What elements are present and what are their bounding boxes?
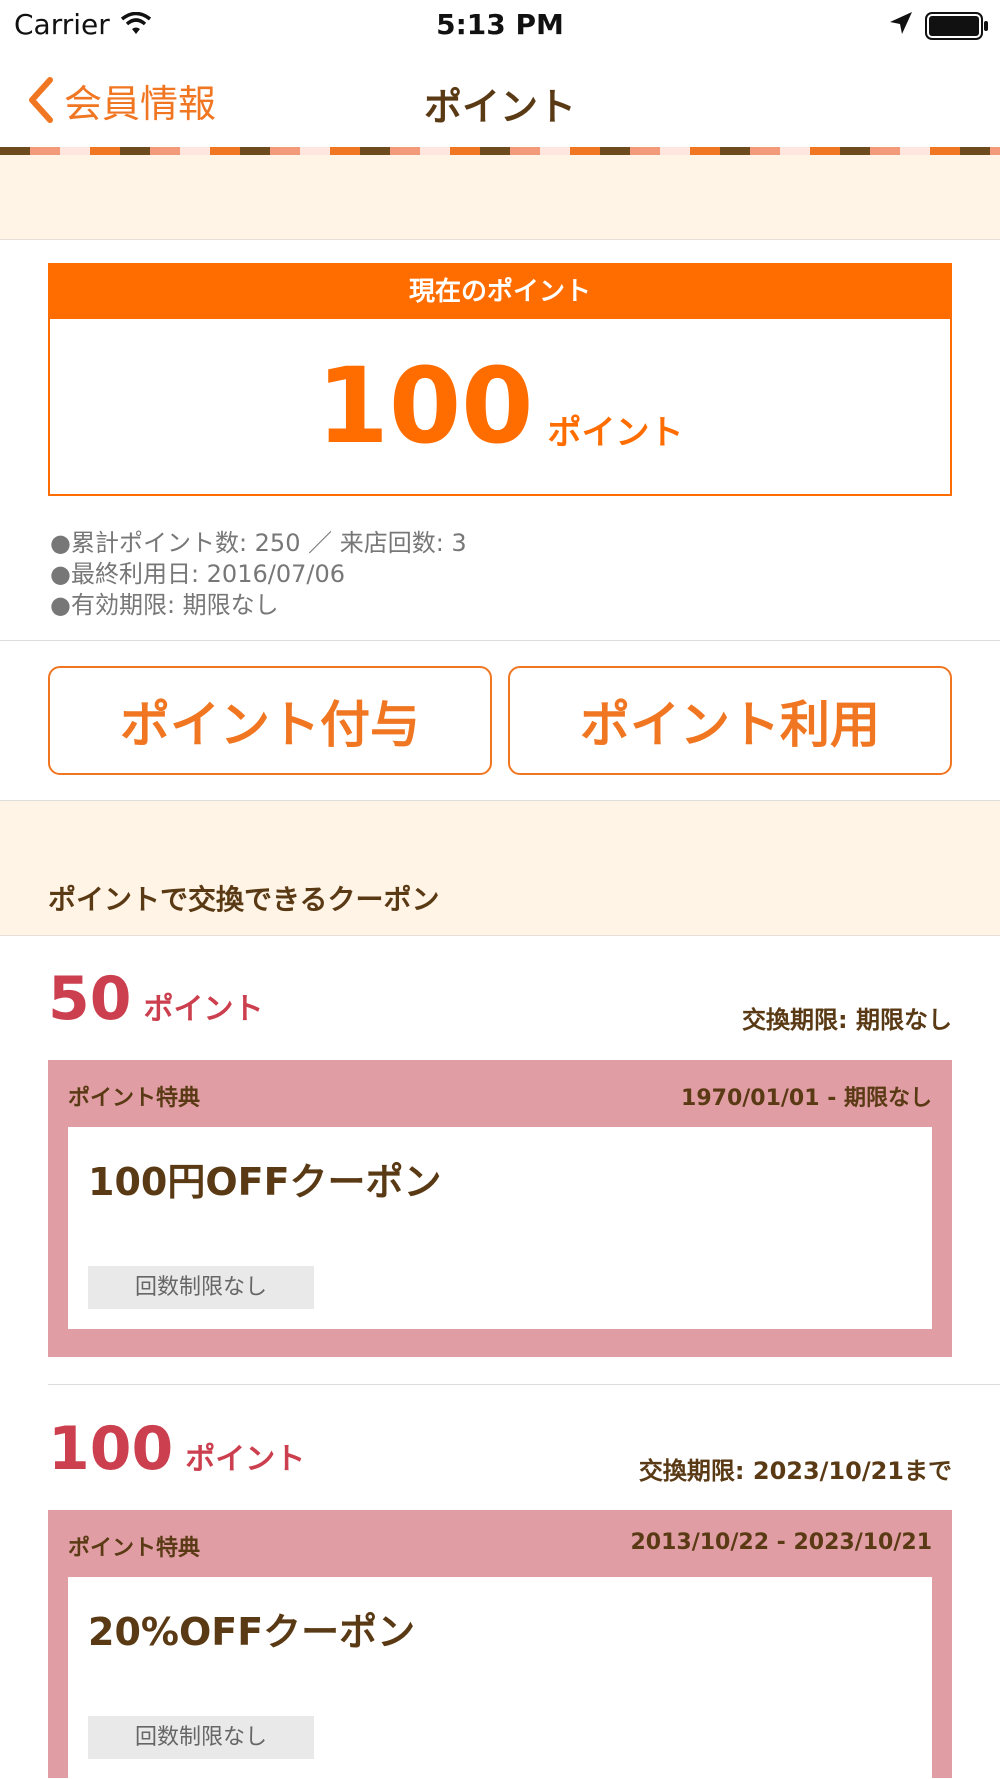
coupon-usage-limit: 回数制限なし — [88, 1716, 314, 1759]
coupon-title: 100円OFFクーポン — [88, 1160, 442, 1204]
coupon-card[interactable]: ポイント特典 1970/01/01 - 期限なし 100円OFFクーポン 回数制… — [48, 1060, 952, 1357]
coupon-points-unit: ポイント — [143, 992, 264, 1027]
current-points-card: 現在のポイント 100 ポイント — [48, 263, 952, 496]
location-arrow-icon — [888, 10, 914, 43]
decorative-stripe — [0, 147, 1000, 155]
coupon-exchange-expiry: 交換期限: 期限なし — [742, 1006, 952, 1034]
coupon-points: 100 ポイント — [48, 1414, 305, 1484]
info-total: ●累計ポイント数: 250 ／ 来店回数: 3 — [50, 529, 467, 557]
coupon-body: 20%OFFクーポン 回数制限なし — [68, 1577, 932, 1779]
info-last-used: ●最終利用日: 2016/07/06 — [50, 560, 345, 588]
status-time: 5:13 PM — [436, 8, 564, 41]
divider — [0, 640, 1000, 641]
divider — [48, 1384, 1000, 1385]
coupon-points: 50 ポイント — [48, 964, 264, 1034]
battery-icon — [925, 12, 989, 40]
current-points-header: 現在のポイント — [50, 265, 950, 319]
coupon-exchange-expiry: 交換期限: 2023/10/21まで — [638, 1457, 952, 1485]
coupon-card[interactable]: ポイント特典 2013/10/22 - 2023/10/21 20%OFFクーポ… — [48, 1510, 952, 1779]
coupon-usage-limit: 回数制限なし — [88, 1266, 314, 1309]
coupon-label: ポイント特典 — [68, 1086, 201, 1111]
use-points-button[interactable]: ポイント利用 — [508, 666, 952, 775]
section-title: ポイントで交換できるクーポン — [48, 883, 440, 916]
coupon-points-value: 100 — [48, 1414, 174, 1484]
current-points-value: 100 — [316, 345, 534, 467]
coupon-title: 20%OFFクーポン — [88, 1610, 416, 1654]
current-points-unit: ポイント — [547, 413, 684, 453]
coupon-label: ポイント特典 — [68, 1536, 201, 1561]
coupon-period: 1970/01/01 - 期限なし — [681, 1086, 932, 1111]
grant-points-button[interactable]: ポイント付与 — [48, 666, 492, 775]
top-band — [0, 155, 1000, 240]
current-points-body: 100 ポイント — [50, 319, 950, 494]
coupon-period: 2013/10/22 - 2023/10/21 — [630, 1530, 932, 1555]
coupon-points-unit: ポイント — [185, 1442, 306, 1477]
coupon-body: 100円OFFクーポン 回数制限なし — [68, 1127, 932, 1329]
coupon-points-value: 50 — [48, 964, 132, 1034]
status-bar: Carrier 5:13 PM — [0, 0, 1000, 50]
page-title: ポイント — [423, 85, 576, 129]
info-expiry: ●有効期限: 期限なし — [50, 591, 279, 619]
